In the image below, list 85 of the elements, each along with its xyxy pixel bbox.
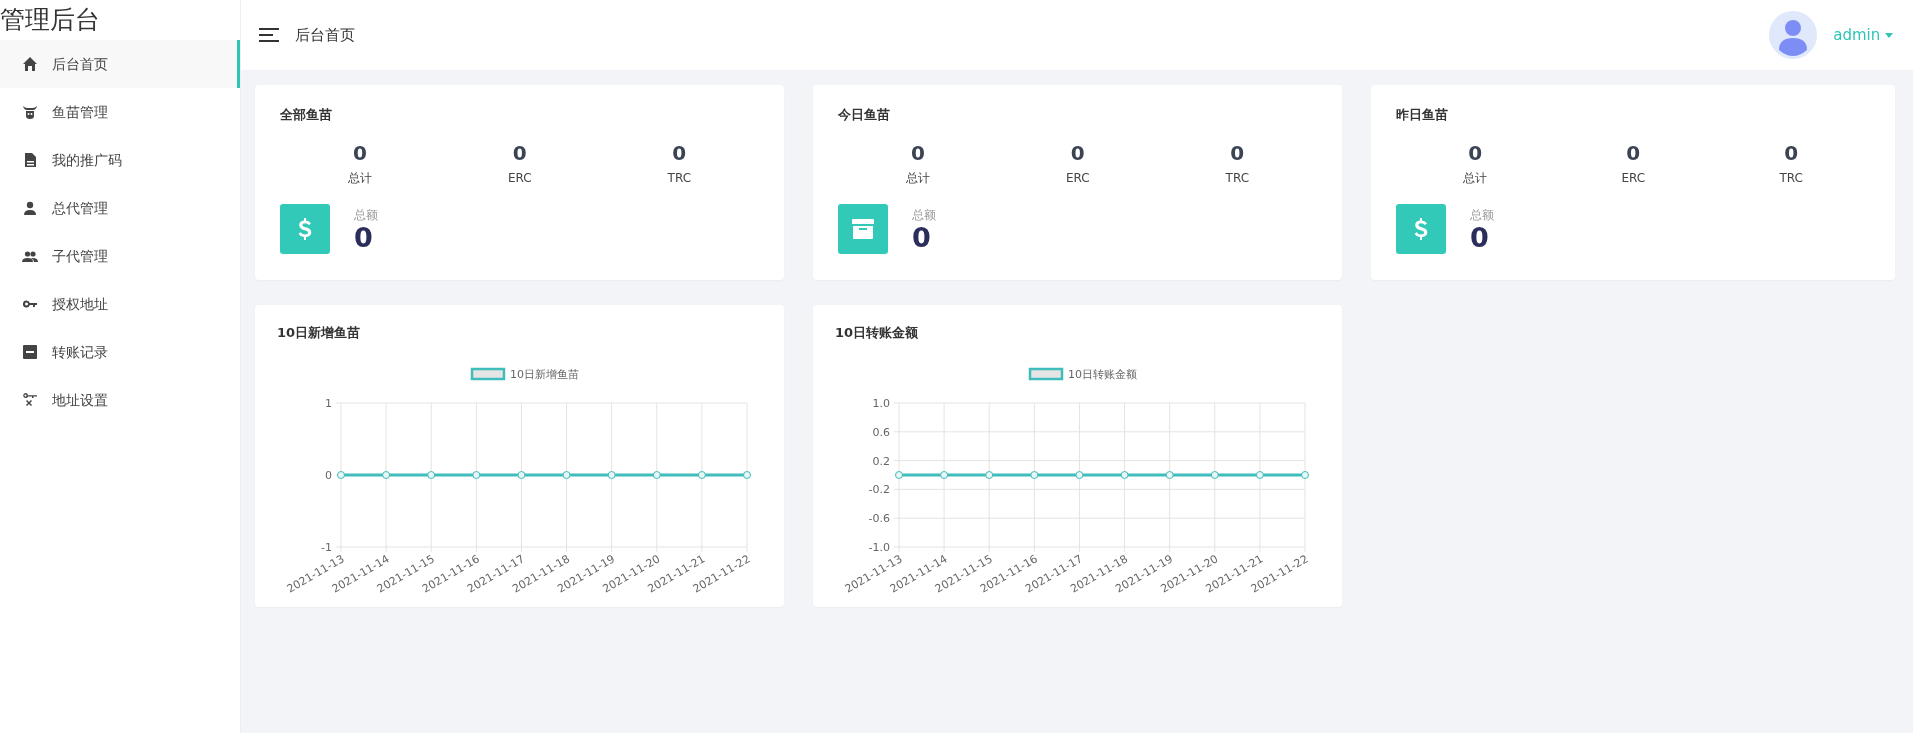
- total-value: 0: [1470, 224, 1490, 251]
- legend-swatch[interactable]: [470, 367, 506, 380]
- total-label: 总额: [354, 207, 378, 224]
- data-point: [562, 470, 571, 479]
- sidebar-item[interactable]: 后台首页: [0, 40, 240, 88]
- dollar-icon: [1414, 217, 1428, 240]
- stat-value: 0: [1230, 140, 1245, 165]
- sidebar-item[interactable]: 授权地址: [0, 280, 240, 328]
- sidebar-item[interactable]: 转账记录: [0, 328, 240, 376]
- card-title: 今日鱼苗: [838, 106, 891, 124]
- axis-tick-label: -0.2: [868, 482, 890, 496]
- menu-icon[interactable]: [259, 28, 279, 42]
- data-point: [940, 470, 949, 479]
- data-point: [1210, 470, 1219, 479]
- sidebar-item[interactable]: 地址设置: [0, 376, 240, 424]
- axis-tick-label: 1.0: [872, 396, 890, 410]
- app-title: 管理后台: [0, 4, 101, 36]
- stat-label: ERC: [1621, 170, 1646, 187]
- chart-title: 10日新增鱼苗: [277, 324, 362, 342]
- stat-label: TRC: [1225, 170, 1250, 187]
- stat-label: 总计: [347, 170, 372, 187]
- data-point: [743, 470, 751, 479]
- stat-label: ERC: [1065, 170, 1090, 187]
- stat-label: TRC: [667, 170, 692, 187]
- axis-tick-label: -0.6: [868, 511, 890, 525]
- axis-tick-label: -1.0: [868, 540, 890, 554]
- minus-box-icon: [22, 344, 38, 360]
- axis-tick-label: 0: [325, 468, 332, 482]
- data-point: [607, 470, 616, 479]
- sidebar-item[interactable]: 总代管理: [0, 184, 240, 232]
- breadcrumb: 后台首页: [295, 24, 355, 46]
- stat-value: 0: [911, 140, 925, 165]
- dollar-icon: [298, 217, 312, 240]
- archive-icon: [852, 218, 874, 239]
- data-point: [1165, 470, 1174, 479]
- data-point: [427, 470, 436, 479]
- stat-label: TRC: [1779, 170, 1803, 187]
- chart-title: 10日转账金额: [835, 324, 920, 342]
- stat-label: 总计: [905, 170, 930, 187]
- legend-swatch[interactable]: [1028, 367, 1064, 380]
- bull-icon: [22, 104, 38, 120]
- avatar-icon[interactable]: [1769, 11, 1818, 59]
- total-label: 总额: [1470, 207, 1494, 224]
- data-point: [382, 470, 391, 479]
- stat-value: 0: [1626, 140, 1641, 165]
- data-point: [337, 470, 345, 479]
- people-icon: [22, 248, 38, 264]
- data-point: [1030, 470, 1039, 479]
- stat-value: 0: [1784, 140, 1799, 165]
- document-icon: [22, 152, 38, 168]
- caret-icon: [1885, 32, 1893, 38]
- stat-value: 0: [1070, 140, 1085, 165]
- data-point: [1075, 470, 1084, 479]
- home-icon: [22, 56, 38, 72]
- card-title: 昨日鱼苗: [1396, 106, 1449, 124]
- sidebar-item[interactable]: 鱼苗管理: [0, 88, 240, 136]
- axis-tick-label: 1: [325, 396, 332, 410]
- axis-tick-label: 0.6: [872, 425, 890, 439]
- stat-label: ERC: [507, 170, 532, 187]
- data-point: [697, 470, 706, 479]
- data-point: [985, 470, 994, 479]
- legend-label[interactable]: 10日新增鱼苗: [510, 367, 579, 381]
- person-icon: [22, 200, 38, 216]
- stat-label: 总计: [1463, 170, 1488, 187]
- stat-value: 0: [1468, 140, 1483, 165]
- sidebar-item[interactable]: 我的推广码: [0, 136, 240, 184]
- data-point: [472, 470, 481, 479]
- card-title: 全部鱼苗: [280, 106, 333, 124]
- total-value: 0: [354, 224, 374, 251]
- stat-value: 0: [672, 140, 687, 165]
- legend-label[interactable]: 10日转账金额: [1068, 367, 1137, 381]
- total-value: 0: [912, 224, 932, 251]
- stat-value: 0: [353, 140, 367, 165]
- sidebar-item[interactable]: 子代管理: [0, 232, 240, 280]
- data-point: [1255, 470, 1264, 479]
- axis-tick-label: -1: [321, 540, 332, 554]
- data-point: [652, 470, 661, 479]
- stat-value: 0: [512, 140, 527, 165]
- data-point: [517, 470, 526, 479]
- axis-tick-label: 0.2: [872, 454, 890, 468]
- total-label: 总额: [912, 207, 936, 224]
- data-point: [1301, 470, 1309, 479]
- key-icon: [22, 392, 38, 408]
- data-point: [895, 470, 903, 479]
- data-point: [1120, 470, 1129, 479]
